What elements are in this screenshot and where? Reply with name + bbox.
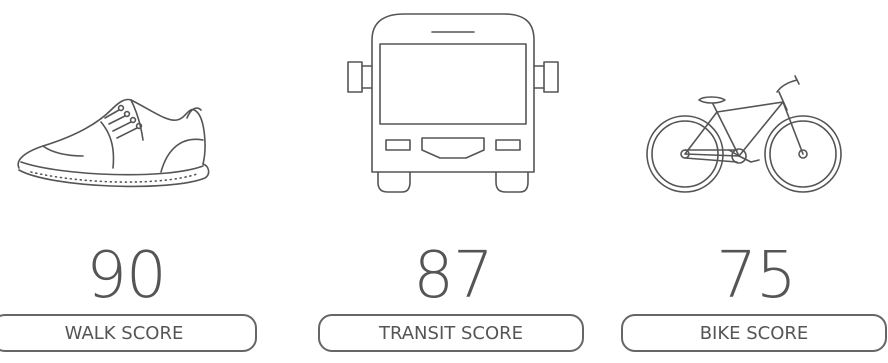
walk-score-card: 90 WALK SCORE: [0, 0, 261, 363]
bike-score-label[interactable]: BIKE SCORE: [621, 314, 887, 352]
walk-score-value: 90: [86, 239, 166, 313]
transit-score-card: 87 TRANSIT SCORE: [318, 0, 588, 363]
transit-score-value: 87: [413, 239, 493, 313]
transit-score-label[interactable]: TRANSIT SCORE: [318, 314, 584, 352]
bus-icon: [347, 13, 559, 193]
bike-score-card: 75 BIKE SCORE: [621, 0, 888, 363]
bicycle-icon: [646, 75, 842, 193]
bike-score-value: 75: [716, 239, 796, 313]
shoe-icon: [17, 98, 210, 188]
walk-score-label[interactable]: WALK SCORE: [0, 314, 257, 352]
